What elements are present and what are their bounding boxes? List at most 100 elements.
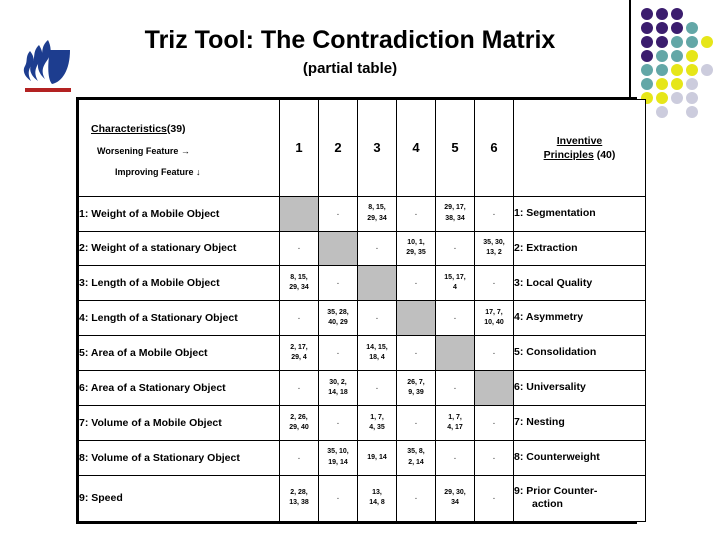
row-label-7: 7: Volume of a Mobile Object — [78, 404, 280, 441]
matrix-cell-r6-c5: . — [435, 369, 475, 406]
inventive-count: (40) — [596, 148, 616, 161]
table-row: 3: Length of a Mobile Object 8, 15, 29, 34… — [78, 265, 646, 302]
empty-cell-dot: . — [493, 418, 495, 426]
empty-cell-dot: . — [493, 209, 495, 217]
matrix-cell-r9-c6: . — [474, 474, 514, 523]
empty-cell-dot: . — [454, 453, 456, 461]
matrix-cell-r7-c6: . — [474, 404, 514, 441]
principle-numbers-line: 15, 17, — [444, 274, 466, 282]
principle-numbers-line: 4 — [453, 284, 457, 292]
matrix-cell-r4-c2: 35, 28, 40, 29 — [318, 300, 358, 337]
column-header-6: 6 — [474, 99, 514, 197]
principle-numbers-line: 19, 14 — [367, 453, 387, 461]
matrix-cell-r3-c2: . — [318, 265, 358, 302]
matrix-cell-r8-c6: . — [474, 439, 514, 476]
principle-numbers-line: 8, 15, — [368, 204, 386, 212]
matrix-cell-r5-c6: . — [474, 335, 514, 371]
header-characteristics-cell: Characteristics(39) Worsening Feature → … — [78, 99, 280, 197]
empty-cell-dot: . — [493, 279, 495, 287]
empty-cell-dot: . — [415, 348, 417, 356]
decorative-dot — [641, 64, 653, 76]
matrix-cell-r4-c4 — [396, 300, 436, 337]
empty-cell-dot: . — [493, 494, 495, 502]
column-header-5: 5 — [435, 99, 475, 197]
table-row: 4: Length of a Stationary Object. 35, 28,… — [78, 300, 646, 337]
characteristics-count: (39) — [166, 122, 186, 135]
matrix-cell-r6-c2: 30, 2, 14, 18 — [318, 369, 358, 406]
inventive-principle-4: 4: Asymmetry — [513, 300, 646, 337]
empty-cell-dot: . — [298, 314, 300, 322]
header-inventive-principles-cell: Inventive Principles (40) — [513, 99, 646, 197]
matrix-cell-r5-c5 — [435, 335, 475, 371]
table-row: 7: Volume of a Mobile Object 2, 26, 29, 40… — [78, 404, 646, 441]
principle-numbers-line: 2, 17, — [290, 343, 308, 351]
matrix-cell-r2-c5: . — [435, 230, 475, 267]
principle-numbers-line: 8, 15, — [290, 274, 308, 282]
matrix-cell-r6-c3: . — [357, 369, 397, 406]
principle-numbers-line: 19, 14 — [328, 458, 348, 466]
column-header-4: 4 — [396, 99, 436, 197]
row-label-6: 6: Area of a Stationary Object — [78, 369, 280, 406]
empty-cell-dot: . — [337, 494, 339, 502]
empty-cell-dot: . — [298, 453, 300, 461]
empty-cell-dot: . — [454, 383, 456, 391]
decorative-dot — [686, 78, 698, 90]
decorative-dot — [656, 64, 668, 76]
matrix-cell-r9-c3: 13, 14, 8 — [357, 474, 397, 523]
matrix-cell-r9-c4: . — [396, 474, 436, 523]
principle-numbers-line: 13, 38 — [289, 499, 309, 507]
matrix-cell-r1-c5: 29, 17, 38, 34 — [435, 195, 475, 232]
matrix-cell-r2-c3: . — [357, 230, 397, 267]
inventive-principle-9: 9: Prior Counter-action — [513, 474, 646, 523]
decorative-dot — [641, 50, 653, 62]
improving-feature-label: Improving Feature ↓ — [115, 166, 201, 177]
decorative-dot — [641, 8, 653, 20]
decorative-dot — [656, 92, 668, 104]
inventive-principle-3: 3: Local Quality — [513, 265, 646, 302]
matrix-cell-r2-c2 — [318, 230, 358, 267]
decorative-dot — [656, 78, 668, 90]
decorative-dot — [686, 50, 698, 62]
principle-numbers-line: 10, 40 — [484, 319, 504, 327]
empty-cell-dot: . — [493, 453, 495, 461]
principle-numbers-line: 14, 15, — [366, 343, 388, 351]
column-header-2: 2 — [318, 99, 358, 197]
row-label-1: 1: Weight of a Mobile Object — [78, 195, 280, 232]
principle-numbers-line: 17, 7, — [485, 309, 503, 317]
inventive-principle-line2: action — [532, 498, 563, 511]
matrix-cell-r8-c2: 35, 10, 19, 14 — [318, 439, 358, 476]
characteristics-label: Characteristics(39) — [91, 123, 279, 135]
decorative-dot — [656, 50, 668, 62]
table-row: 1: Weight of a Mobile Object. 8, 15, 29, 3… — [78, 195, 646, 232]
decorative-dot — [656, 22, 668, 34]
principle-numbers-line: 13, — [372, 489, 382, 497]
principle-numbers-line: 29, 17, — [444, 204, 466, 212]
decorative-dot — [671, 92, 683, 104]
principle-numbers-line: 2, 26, — [290, 413, 308, 421]
matrix-cell-r3-c1: 8, 15, 29, 34 — [279, 265, 319, 302]
decorative-dot — [701, 36, 713, 48]
principle-numbers-line: 4, 35 — [369, 423, 385, 431]
principle-numbers-line: 29, 35 — [406, 249, 426, 257]
decorative-dot — [671, 36, 683, 48]
inventive-principle-1: 1: Segmentation — [513, 195, 646, 232]
decorative-dot — [686, 64, 698, 76]
empty-cell-dot: . — [298, 244, 300, 252]
principle-numbers-line: 29, 4 — [291, 354, 307, 362]
principle-numbers-line: 1, 7, — [448, 413, 462, 421]
decorative-dot — [686, 106, 698, 118]
matrix-cell-r7-c1: 2, 26, 29, 40 — [279, 404, 319, 441]
decorative-dot — [656, 8, 668, 20]
flame-torch-icon — [23, 40, 71, 92]
decorative-dot — [671, 8, 683, 20]
decorative-dot — [686, 92, 698, 104]
matrix-cell-r4-c6: 17, 7, 10, 40 — [474, 300, 514, 337]
principle-numbers-line: 35, 30, — [483, 239, 505, 247]
decorative-dot — [641, 78, 653, 90]
matrix-cell-r9-c5: 29, 30, 34 — [435, 474, 475, 523]
inventive-label-line1: Inventive — [556, 134, 603, 147]
matrix-cell-r1-c2: . — [318, 195, 358, 232]
principle-numbers-line: 29, 34 — [367, 214, 387, 222]
principle-numbers-line: 14, 18 — [328, 388, 348, 396]
matrix-cell-r6-c1: . — [279, 369, 319, 406]
